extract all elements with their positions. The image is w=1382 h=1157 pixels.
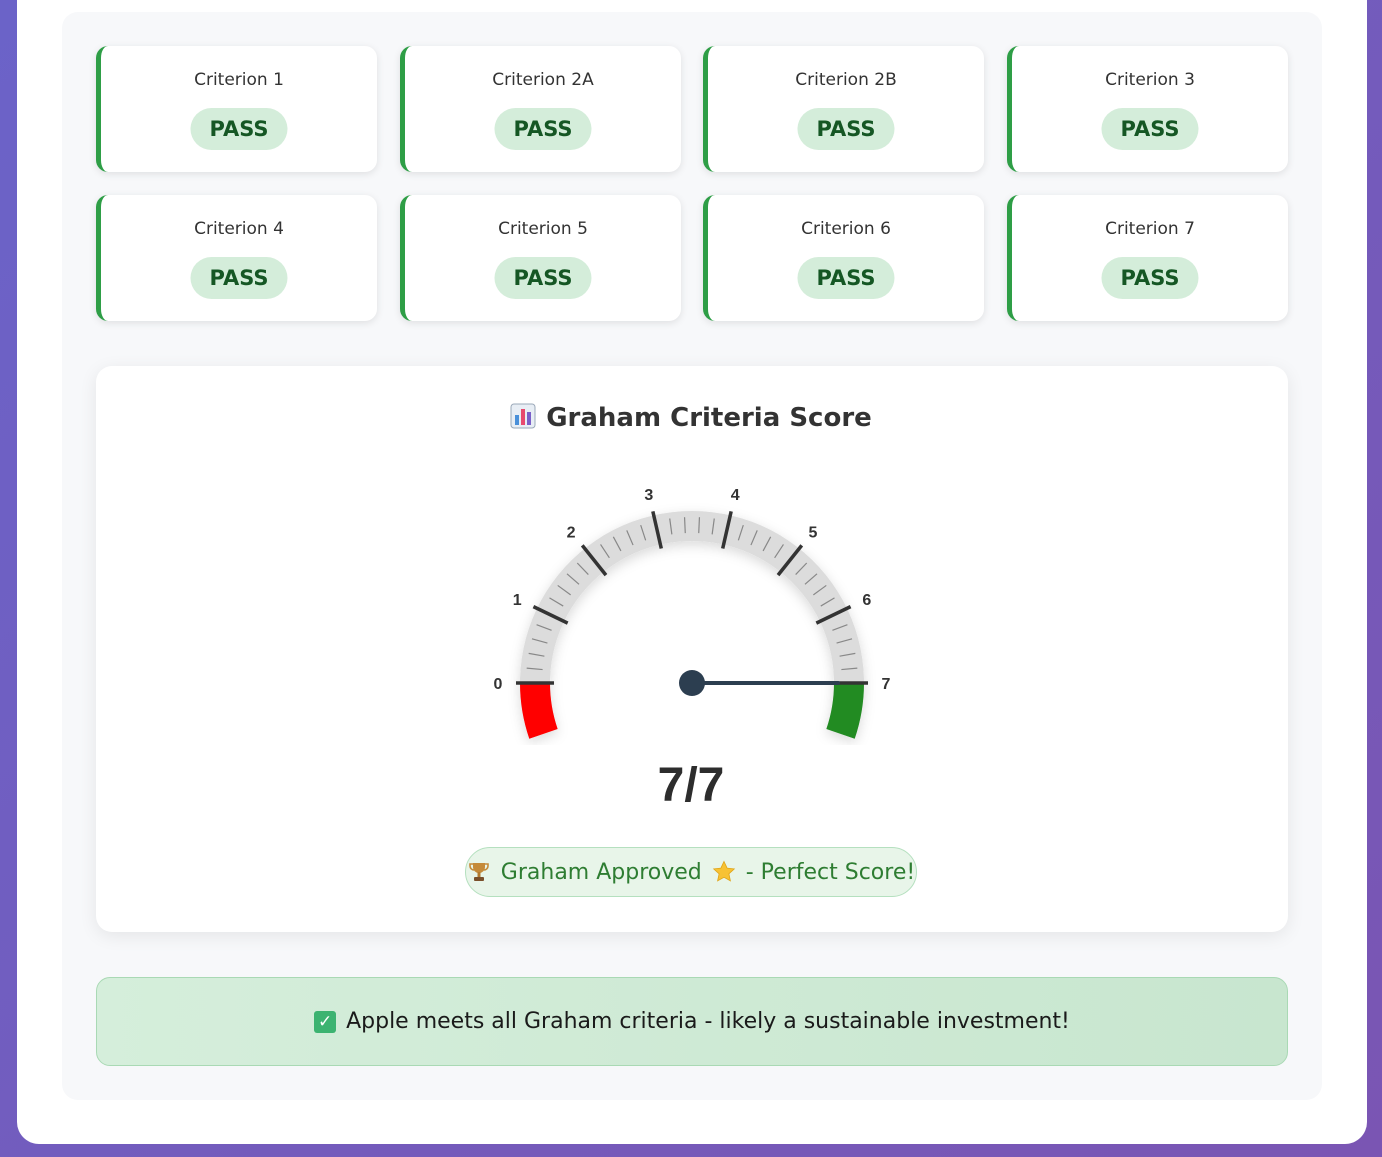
- gauge-high-zone: [826, 683, 864, 739]
- gauge-tick-label: 2: [567, 524, 576, 541]
- score-title-text: Graham Criteria Score: [546, 403, 872, 433]
- pass-badge: PASS: [190, 257, 288, 299]
- bar-chart-icon: [510, 403, 536, 429]
- criterion-title: Criterion 4: [194, 219, 284, 239]
- pass-badge: PASS: [1101, 257, 1199, 299]
- gauge-tick-label: 1: [513, 592, 522, 609]
- gauge-tick-label: 3: [644, 487, 653, 504]
- gauge-tick-label: 5: [809, 524, 818, 541]
- check-icon: ✓: [314, 1010, 337, 1033]
- criterion-title: Criterion 2A: [492, 70, 594, 90]
- gauge-minor-tick: [698, 517, 701, 534]
- criterion-title: Criterion 6: [801, 219, 891, 239]
- pass-badge: PASS: [1101, 108, 1199, 150]
- gauge-body: [520, 511, 864, 739]
- verdict-banner: ✓ Apple meets all Graham criteria - like…: [96, 977, 1288, 1066]
- trophy-icon: [468, 863, 489, 881]
- criterion-title: Criterion 1: [194, 70, 284, 90]
- approved-suffix: - Perfect Score!: [745, 859, 916, 885]
- criterion-card-5: Criterion 5 PASS: [400, 195, 681, 321]
- approved-text: Graham Approved: [500, 859, 702, 885]
- pass-badge: PASS: [797, 257, 895, 299]
- gauge-hub: [679, 670, 705, 696]
- gauge-tick-label: 4: [731, 487, 740, 504]
- criterion-card-2b: Criterion 2B PASS: [703, 46, 984, 172]
- gauge-low-zone: [520, 683, 558, 739]
- criterion-card-6: Criterion 6 PASS: [703, 195, 984, 321]
- pass-badge: PASS: [190, 108, 288, 150]
- gauge-tick-label: 7: [882, 676, 891, 693]
- star-icon: [712, 860, 735, 882]
- gauge-minor-tick: [683, 517, 686, 534]
- gauge-band: [520, 511, 864, 739]
- criterion-card-3: Criterion 3 PASS: [1007, 46, 1288, 172]
- criterion-title: Criterion 7: [1105, 219, 1195, 239]
- criterion-card-2a: Criterion 2A PASS: [400, 46, 681, 172]
- score-gauge: 0 1 2 3 4 5 6 7: [494, 487, 891, 739]
- verdict-text: Apple meets all Graham criteria - likely…: [346, 1009, 1070, 1034]
- pass-badge: PASS: [494, 108, 592, 150]
- approved-badge: Graham Approved - Perfect Score!: [465, 847, 917, 897]
- pass-badge: PASS: [797, 108, 895, 150]
- criterion-card-4: Criterion 4 PASS: [96, 195, 377, 321]
- score-title: Graham Criteria Score: [0, 403, 1382, 433]
- gauge-tick-label: 6: [862, 592, 871, 609]
- score-value: 7/7: [657, 759, 725, 812]
- criterion-title: Criterion 2B: [795, 70, 897, 90]
- criterion-title: Criterion 3: [1105, 70, 1195, 90]
- gauge-tick-label: 0: [494, 676, 503, 693]
- criterion-card-1: Criterion 1 PASS: [96, 46, 377, 172]
- criterion-title: Criterion 5: [498, 219, 588, 239]
- pass-badge: PASS: [494, 257, 592, 299]
- criterion-card-7: Criterion 7 PASS: [1007, 195, 1288, 321]
